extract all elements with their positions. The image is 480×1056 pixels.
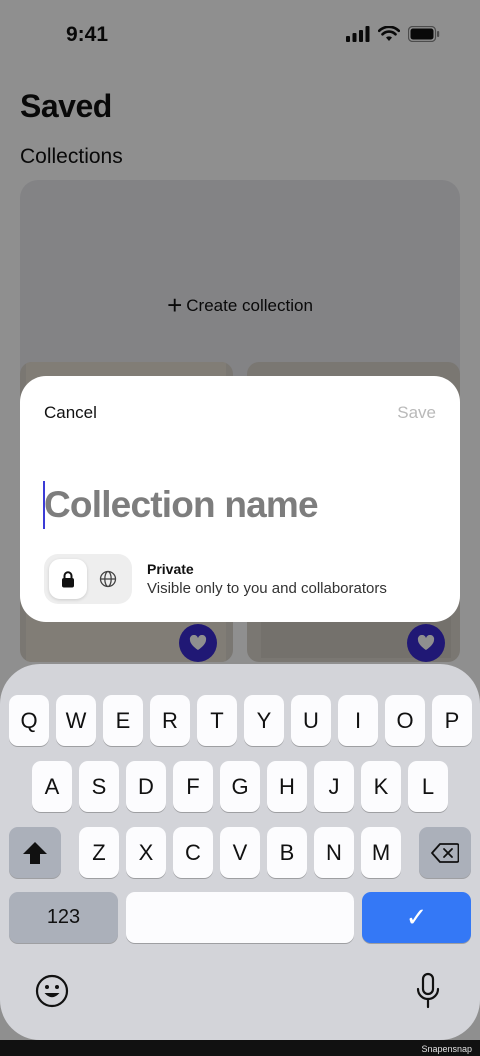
key-r[interactable]: R <box>150 695 190 746</box>
microphone-icon[interactable] <box>414 972 442 1010</box>
key-q[interactable]: Q <box>9 695 49 746</box>
key-g[interactable]: G <box>220 761 260 812</box>
key-y[interactable]: Y <box>244 695 284 746</box>
key-l[interactable]: L <box>408 761 448 812</box>
privacy-title: Private <box>147 561 194 577</box>
key-w[interactable]: W <box>56 695 96 746</box>
key-p[interactable]: P <box>432 695 472 746</box>
key-x[interactable]: X <box>126 827 166 878</box>
space-key[interactable] <box>126 892 354 943</box>
watermark-label: Snapensnap <box>421 1044 472 1054</box>
key-a[interactable]: A <box>32 761 72 812</box>
key-o[interactable]: O <box>385 695 425 746</box>
key-c[interactable]: C <box>173 827 213 878</box>
key-u[interactable]: U <box>291 695 331 746</box>
numbers-key[interactable]: 123 <box>9 892 118 943</box>
key-s[interactable]: S <box>79 761 119 812</box>
new-collection-sheet: Cancel Save Private Visible only to you … <box>20 376 460 622</box>
key-m[interactable]: M <box>361 827 401 878</box>
delete-key[interactable] <box>419 827 471 878</box>
shift-icon <box>23 841 47 864</box>
key-j[interactable]: J <box>314 761 354 812</box>
save-button[interactable]: Save <box>397 403 436 423</box>
lock-icon <box>62 570 74 587</box>
key-d[interactable]: D <box>126 761 166 812</box>
key-i[interactable]: I <box>338 695 378 746</box>
key-h[interactable]: H <box>267 761 307 812</box>
cancel-button[interactable]: Cancel <box>44 403 97 423</box>
shift-key[interactable] <box>9 827 61 878</box>
key-e[interactable]: E <box>103 695 143 746</box>
key-v[interactable]: V <box>220 827 260 878</box>
key-b[interactable]: B <box>267 827 307 878</box>
key-f[interactable]: F <box>173 761 213 812</box>
on-screen-keyboard: QWERTYUIOP ASDFGHJKL ZXCVBNM 123 ✓ <box>0 664 480 1040</box>
key-n[interactable]: N <box>314 827 354 878</box>
backspace-icon <box>431 842 459 863</box>
bottom-strip <box>0 1040 480 1056</box>
key-z[interactable]: Z <box>79 827 119 878</box>
key-t[interactable]: T <box>197 695 237 746</box>
collection-name-input[interactable] <box>44 480 444 530</box>
emoji-icon[interactable] <box>35 974 69 1008</box>
key-k[interactable]: K <box>361 761 401 812</box>
globe-icon <box>99 570 117 588</box>
private-option[interactable] <box>49 559 87 599</box>
public-option[interactable] <box>89 559 127 599</box>
done-key[interactable]: ✓ <box>362 892 471 943</box>
privacy-toggle[interactable] <box>44 554 132 604</box>
privacy-description: Visible only to you and collaborators <box>147 580 387 597</box>
